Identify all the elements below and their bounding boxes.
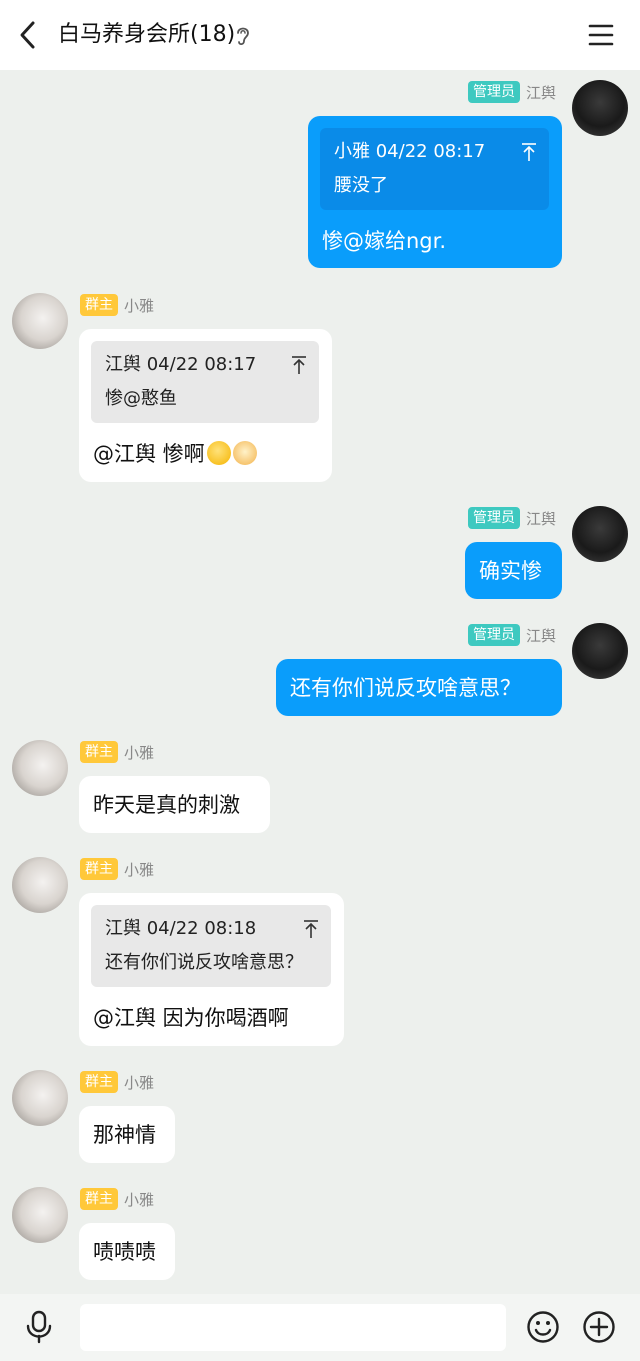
- message-text: 那神情: [93, 1123, 156, 1147]
- avatar[interactable]: [12, 857, 68, 913]
- quote-header: 江舆 04/22 08:18: [105, 918, 257, 939]
- sender-info: 群主 小雅: [80, 293, 154, 317]
- avatar[interactable]: [12, 740, 68, 796]
- role-badge: 群主: [80, 294, 118, 316]
- sender-info: 群主 小雅: [80, 740, 154, 764]
- message-text: @江舆 因为你喝酒啊: [93, 1006, 289, 1030]
- quote-header: 江舆 04/22 08:17: [105, 354, 257, 375]
- avatar[interactable]: [12, 1187, 68, 1243]
- menu-icon[interactable]: [586, 20, 616, 50]
- avatar[interactable]: [12, 293, 68, 349]
- sender-name: 小雅: [124, 860, 155, 879]
- quoted-message[interactable]: 江舆 04/22 08:18 还有你们说反攻啥意思？: [91, 905, 331, 987]
- sender-info: 管理员 江舆: [467, 80, 556, 104]
- message-bubble[interactable]: 确实惨: [465, 542, 562, 599]
- sender-name: 江舆: [525, 509, 556, 528]
- laughing-face-emoji-icon: [206, 441, 231, 465]
- sender-name: 小雅: [124, 743, 155, 762]
- message-bubble[interactable]: 江舆 04/22 08:18 还有你们说反攻啥意思？ @江舆 因为你喝酒啊: [79, 893, 344, 1046]
- role-badge: 群主: [80, 741, 118, 763]
- avatar[interactable]: [12, 1070, 68, 1126]
- quote-text: 惨@憨鱼: [105, 388, 177, 409]
- message-text-content: @江舆 惨啊: [93, 442, 205, 466]
- sender-info: 管理员 江舆: [467, 623, 556, 647]
- composer-bar: [0, 1294, 640, 1361]
- dog-face-emoji-icon: [232, 441, 257, 465]
- quote-header: 小雅 04/22 08:17: [334, 141, 486, 162]
- plus-icon[interactable]: [582, 1310, 616, 1344]
- reply-jump-icon[interactable]: [303, 919, 319, 939]
- sender-info: 群主 小雅: [80, 857, 154, 881]
- message-text: 惨@嫁给ngr.: [322, 229, 447, 253]
- sender-name: 小雅: [124, 1190, 155, 1209]
- quote-text: 还有你们说反攻啥意思？: [105, 952, 303, 973]
- group-title[interactable]: 白马养身会所(18): [58, 20, 235, 50]
- quoted-message[interactable]: 江舆 04/22 08:17 惨@憨鱼: [91, 341, 319, 423]
- sender-info: 群主 小雅: [80, 1070, 154, 1094]
- message-text: 昨天是真的刺激: [93, 793, 240, 817]
- microphone-icon[interactable]: [24, 1310, 54, 1344]
- message-text: 啧啧啧: [93, 1240, 156, 1264]
- chat-header: 白马养身会所(18): [0, 0, 640, 70]
- reply-jump-icon[interactable]: [521, 142, 537, 162]
- message-bubble[interactable]: 还有你们说反攻啥意思？: [276, 659, 562, 716]
- quoted-message[interactable]: 小雅 04/22 08:17 腰没了: [320, 128, 549, 210]
- emoji-icon[interactable]: [526, 1310, 560, 1344]
- sender-name: 小雅: [124, 296, 155, 315]
- avatar[interactable]: [572, 623, 628, 679]
- message-input[interactable]: [80, 1304, 506, 1351]
- message-text: @江舆 惨啊: [93, 439, 257, 469]
- message-bubble[interactable]: 昨天是真的刺激: [79, 776, 270, 833]
- reply-jump-icon[interactable]: [291, 355, 307, 375]
- role-badge: 管理员: [467, 81, 520, 103]
- message-bubble[interactable]: 那神情: [79, 1106, 175, 1163]
- message-bubble[interactable]: 江舆 04/22 08:17 惨@憨鱼 @江舆 惨啊: [79, 329, 332, 482]
- back-arrow-icon[interactable]: [14, 18, 44, 52]
- role-badge: 群主: [80, 1071, 118, 1093]
- role-badge: 管理员: [467, 624, 520, 646]
- role-badge: 群主: [80, 1188, 118, 1210]
- sender-name: 小雅: [124, 1073, 155, 1092]
- sender-name: 江舆: [525, 83, 556, 102]
- quote-text: 腰没了: [334, 175, 388, 196]
- sender-info: 群主 小雅: [80, 1187, 154, 1211]
- message-bubble[interactable]: 啧啧啧: [79, 1223, 175, 1280]
- role-badge: 群主: [80, 858, 118, 880]
- ear-icon[interactable]: [234, 24, 252, 48]
- sender-name: 江舆: [525, 626, 556, 645]
- message-bubble[interactable]: 小雅 04/22 08:17 腰没了 惨@嫁给ngr.: [308, 116, 562, 268]
- avatar[interactable]: [572, 80, 628, 136]
- message-text: 还有你们说反攻啥意思？: [290, 676, 521, 700]
- avatar[interactable]: [572, 506, 628, 562]
- sender-info: 管理员 江舆: [467, 506, 556, 530]
- role-badge: 管理员: [467, 507, 520, 529]
- message-text: 确实惨: [479, 559, 542, 583]
